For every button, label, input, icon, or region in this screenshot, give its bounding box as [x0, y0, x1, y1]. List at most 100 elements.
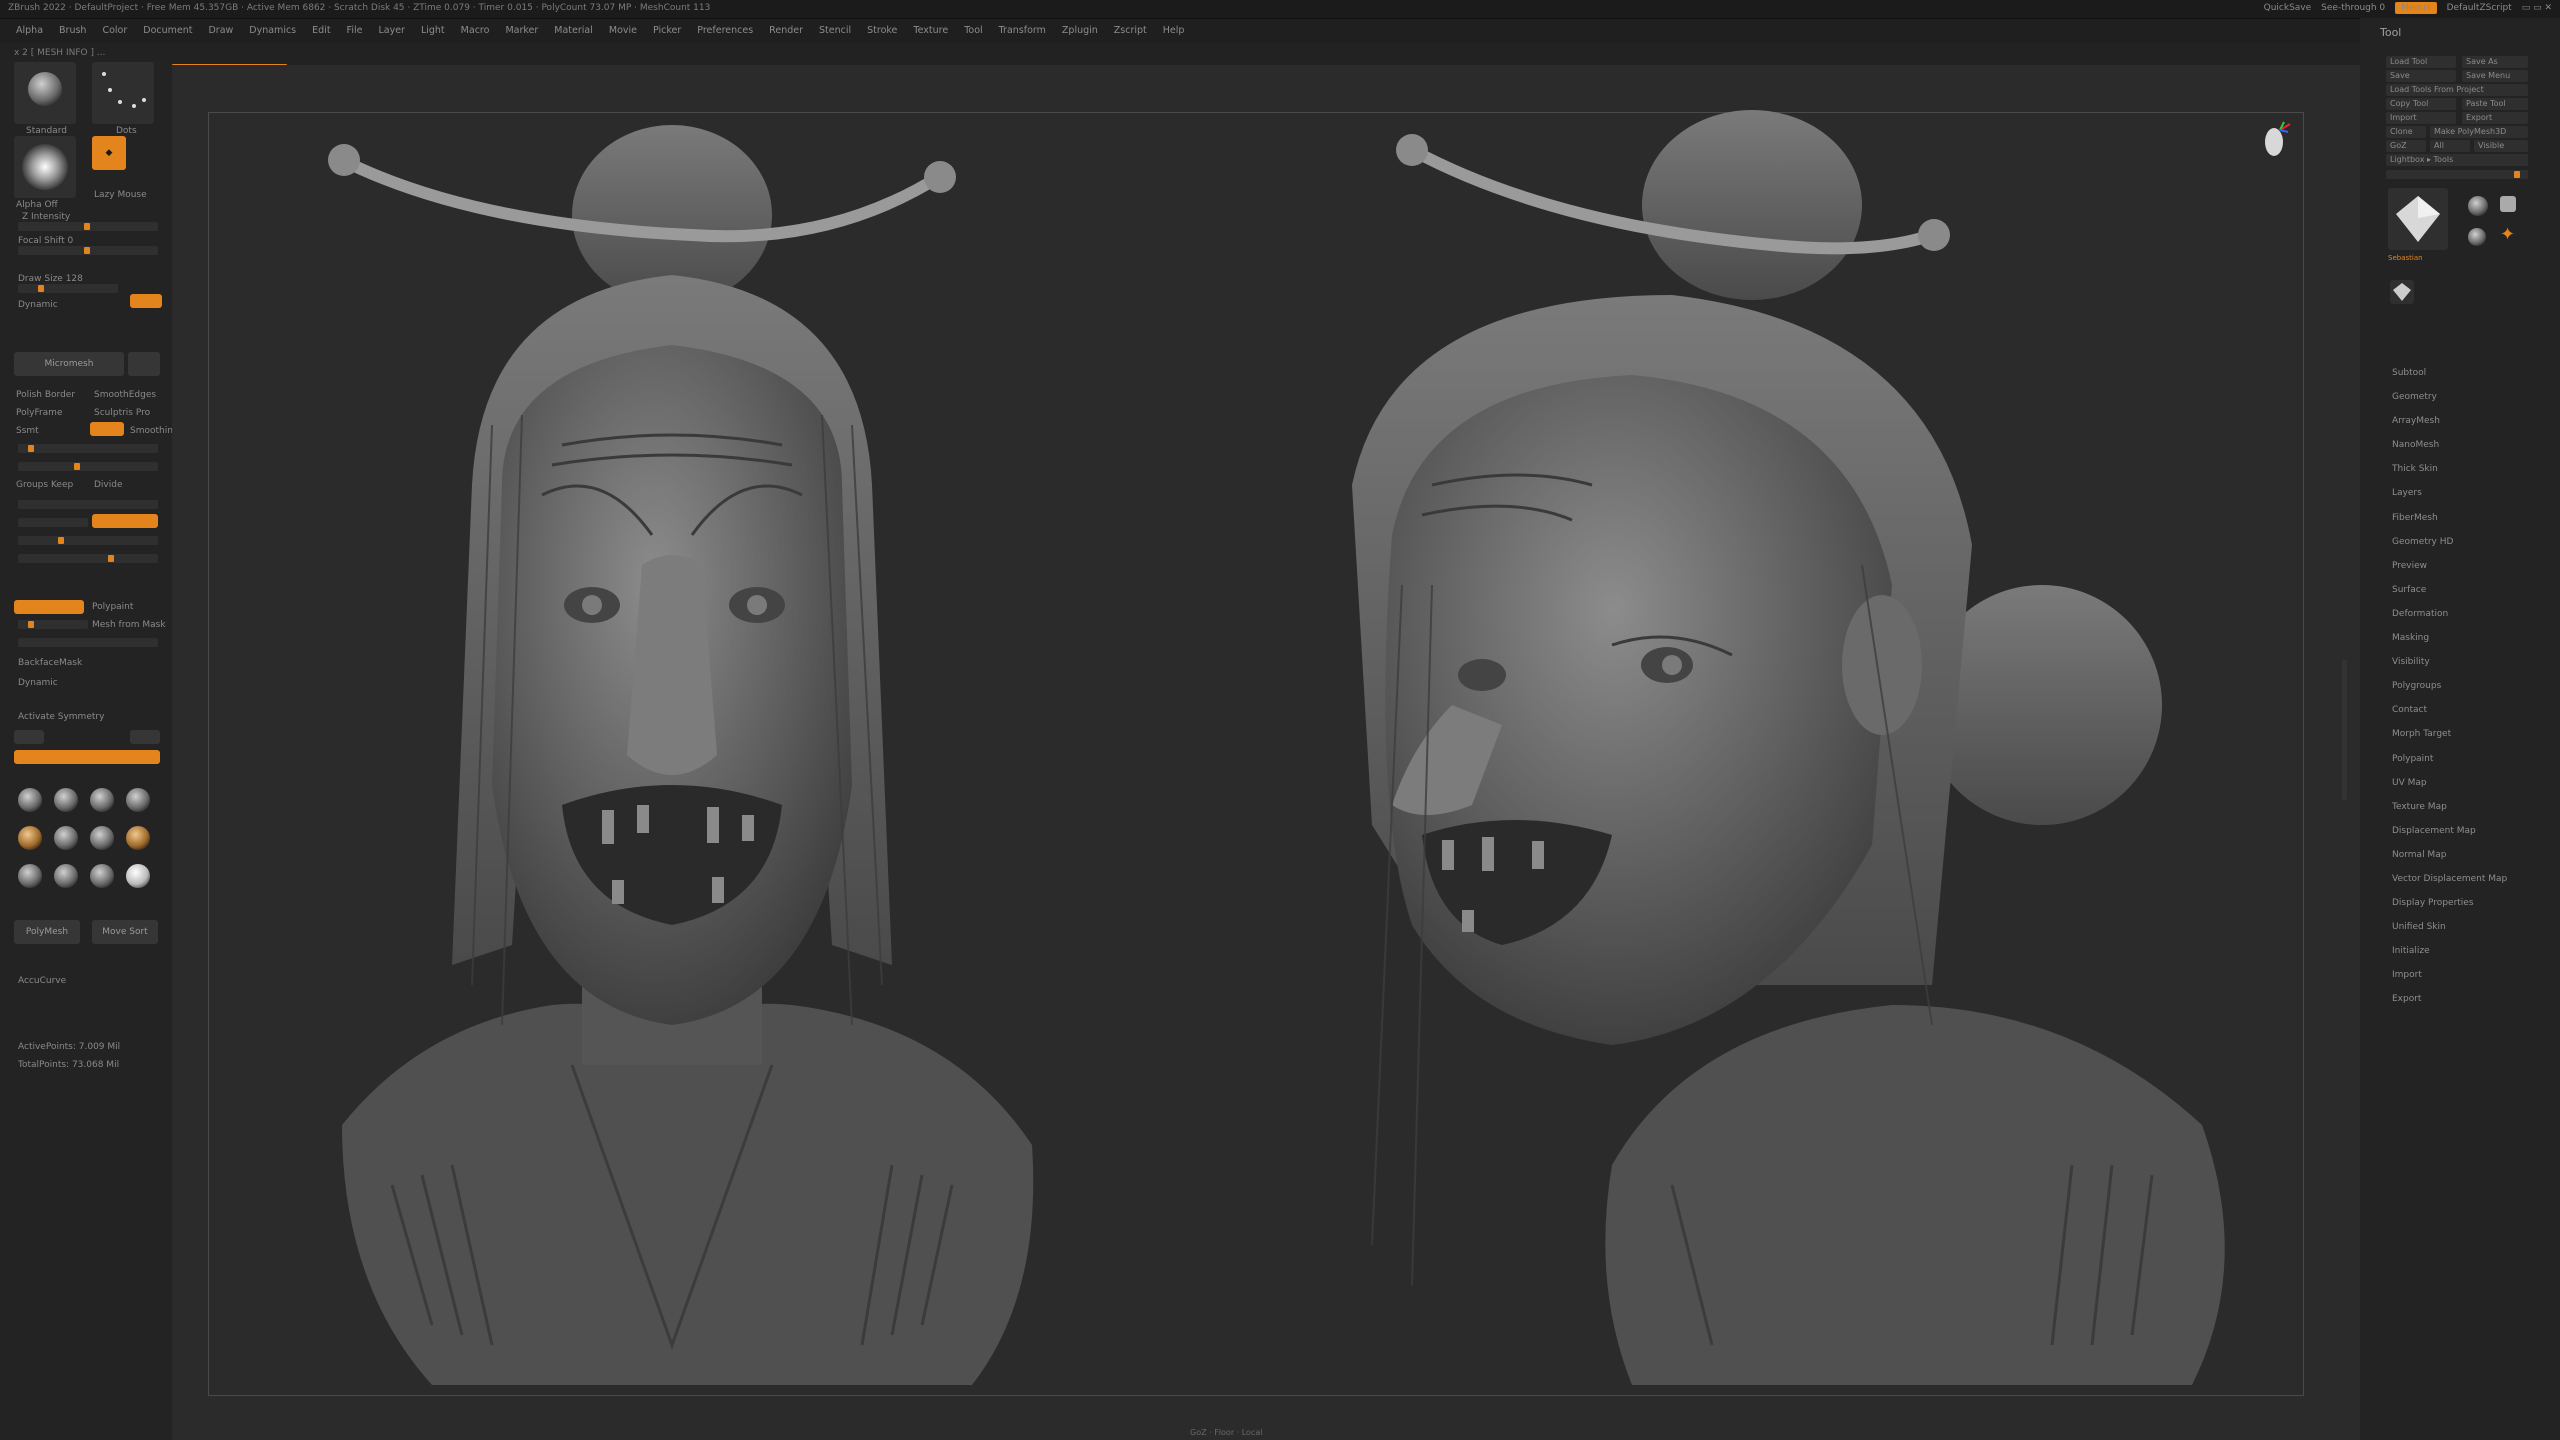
menu-color[interactable]: Color [94, 19, 135, 43]
menu-dynamics[interactable]: Dynamics [241, 19, 304, 43]
menu-movie[interactable]: Movie [601, 19, 645, 43]
material-sphere-icon[interactable] [126, 788, 150, 812]
symmetry-x-button[interactable] [14, 730, 44, 744]
menu-macro[interactable]: Macro [453, 19, 498, 43]
subpalette-polygroups[interactable]: Polygroups [2392, 681, 2507, 705]
subpalette-polypaint[interactable]: Polypaint [2392, 754, 2507, 778]
subpalette-export[interactable]: Export [2392, 994, 2507, 1018]
menus-toggle[interactable]: Menus [2395, 2, 2437, 14]
import-button[interactable]: Import [2386, 112, 2456, 124]
save-button[interactable]: Save [2386, 70, 2456, 82]
subpalette-surface[interactable]: Surface [2392, 585, 2507, 609]
menu-file[interactable]: File [339, 19, 371, 43]
mesh-slider-5[interactable] [18, 536, 158, 545]
draw-size-slider[interactable] [18, 284, 118, 293]
quicksave-button[interactable]: QuickSave [2264, 3, 2312, 13]
subpalette-deformation[interactable]: Deformation [2392, 609, 2507, 633]
mesh-row-4[interactable]: Sculptris Pro [94, 408, 150, 418]
menu-tool[interactable]: Tool [956, 19, 990, 43]
material-sphere-icon[interactable] [18, 826, 42, 850]
all-button[interactable]: All [2430, 140, 2470, 152]
visible-button[interactable]: Visible [2474, 140, 2528, 152]
dynamic-toggle[interactable] [130, 294, 162, 308]
subpalette-import[interactable]: Import [2392, 970, 2507, 994]
load-tools-from-project-button[interactable]: Load Tools From Project [2386, 84, 2528, 96]
tool-cylinder-icon[interactable] [2468, 228, 2486, 246]
tool-star-icon[interactable]: ✦ [2500, 226, 2518, 244]
symmetry-z-button[interactable] [130, 730, 160, 744]
mesh-slider-2[interactable] [18, 462, 158, 471]
make-polymesh-button[interactable]: Make PolyMesh3D [2430, 126, 2528, 138]
mesh-slider-3[interactable] [18, 500, 158, 509]
material-sphere-icon[interactable] [126, 826, 150, 850]
micromesh-options-button[interactable] [128, 352, 160, 376]
mesh-slider-4[interactable] [18, 518, 88, 527]
subpalette-layers[interactable]: Layers [2392, 488, 2507, 512]
z-intensity-slider[interactable] [18, 222, 158, 231]
load-tool-button[interactable]: Load Tool [2386, 56, 2456, 68]
tool-slider[interactable] [2386, 170, 2528, 179]
mesh-row-2[interactable]: SmoothEdges [94, 390, 156, 400]
mesh-row-5[interactable]: Ssmt [16, 426, 39, 436]
window-buttons-icon[interactable]: ▭ ▭ ✕ [2522, 3, 2552, 13]
mesh-slider-1[interactable] [18, 444, 158, 453]
material-sphere-icon[interactable] [90, 788, 114, 812]
subpalette-initialize[interactable]: Initialize [2392, 946, 2507, 970]
subpalette-contact[interactable]: Contact [2392, 705, 2507, 729]
alpha-thumbnail[interactable] [14, 136, 76, 198]
tool-small-thumb[interactable] [2390, 280, 2414, 304]
subpalette-fibermesh[interactable]: FiberMesh [2392, 513, 2507, 537]
mesh-apply-button[interactable] [92, 514, 158, 528]
subpalette-thick-skin[interactable]: Thick Skin [2392, 464, 2507, 488]
menu-stroke[interactable]: Stroke [859, 19, 905, 43]
subpalette-morph-target[interactable]: Morph Target [2392, 729, 2507, 753]
subpalette-geometry-hd[interactable]: Geometry HD [2392, 537, 2507, 561]
polypaint-slider-2[interactable] [18, 638, 158, 647]
material-sphere-icon[interactable] [54, 864, 78, 888]
tool-simplebrush-icon[interactable] [2500, 196, 2516, 212]
clone-button[interactable]: Clone [2386, 126, 2426, 138]
material-sphere-icon[interactable] [18, 864, 42, 888]
menu-alpha[interactable]: Alpha [8, 19, 51, 43]
mesh-row-7[interactable]: Groups Keep [16, 480, 73, 490]
subpalette-uv-map[interactable]: UV Map [2392, 778, 2507, 802]
subpalette-arraymesh[interactable]: ArrayMesh [2392, 416, 2507, 440]
tool-palette-header[interactable]: Tool [2380, 26, 2401, 39]
subpalette-geometry[interactable]: Geometry [2392, 392, 2507, 416]
save-as-button[interactable]: Save As [2462, 56, 2528, 68]
subpalette-preview[interactable]: Preview [2392, 561, 2507, 585]
subpalette-texture-map[interactable]: Texture Map [2392, 802, 2507, 826]
export-button[interactable]: Export [2462, 112, 2528, 124]
menu-layer[interactable]: Layer [370, 19, 413, 43]
see-through-slider[interactable]: See-through 0 [2321, 3, 2385, 13]
subpalette-displacement-map[interactable]: Displacement Map [2392, 826, 2507, 850]
polymesh-button[interactable]: PolyMesh [14, 920, 80, 944]
accucurve-label[interactable]: AccuCurve [18, 976, 66, 986]
menu-brush[interactable]: Brush [51, 19, 94, 43]
material-sphere-icon[interactable] [90, 864, 114, 888]
mesh-row-3[interactable]: PolyFrame [16, 408, 62, 418]
menu-help[interactable]: Help [1155, 19, 1193, 43]
brush-thumbnail[interactable] [14, 62, 76, 124]
paste-tool-button[interactable]: Paste Tool [2462, 98, 2528, 110]
default-script-button[interactable]: DefaultZScript [2447, 3, 2512, 13]
subpalette-subtool[interactable]: Subtool [2392, 368, 2507, 392]
menu-draw[interactable]: Draw [200, 19, 241, 43]
lightbox-tools-button[interactable]: Lightbox ▸ Tools [2386, 154, 2528, 166]
menu-zplugin[interactable]: Zplugin [1054, 19, 1106, 43]
subpalette-visibility[interactable]: Visibility [2392, 657, 2507, 681]
material-sphere-icon[interactable] [54, 788, 78, 812]
menu-picker[interactable]: Picker [645, 19, 689, 43]
material-sphere-icon[interactable] [18, 788, 42, 812]
subpalette-unified-skin[interactable]: Unified Skin [2392, 922, 2507, 946]
menu-render[interactable]: Render [761, 19, 811, 43]
mesh-slider-6[interactable] [18, 554, 158, 563]
menu-document[interactable]: Document [135, 19, 200, 43]
mesh-row-1[interactable]: Polish Border [16, 390, 75, 400]
menu-transform[interactable]: Transform [991, 19, 1054, 43]
save-menu-button[interactable]: Save Menu [2462, 70, 2528, 82]
subpalette-display-properties[interactable]: Display Properties [2392, 898, 2507, 922]
menu-marker[interactable]: Marker [497, 19, 546, 43]
texture-toggle-button[interactable]: ◆ [92, 136, 126, 170]
menu-light[interactable]: Light [413, 19, 453, 43]
